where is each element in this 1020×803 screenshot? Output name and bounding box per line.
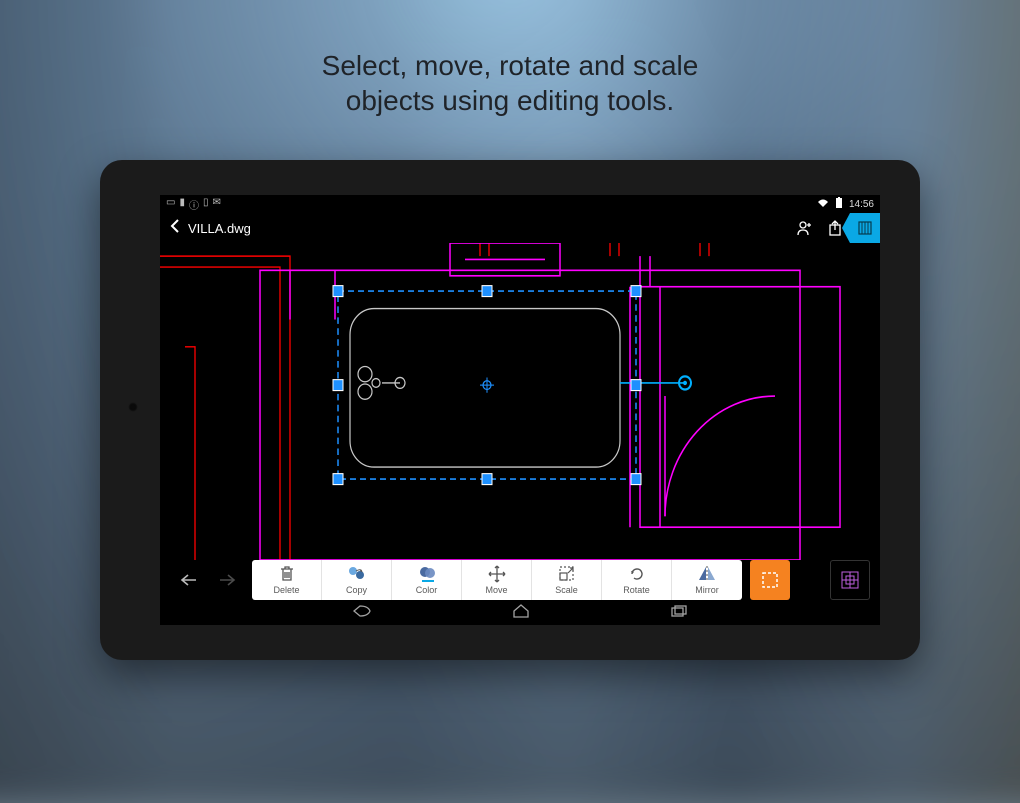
marketing-line-2: objects using editing tools. bbox=[0, 83, 1020, 118]
status-right: 14:56 bbox=[817, 197, 874, 212]
tool-label: Mirror bbox=[695, 585, 719, 595]
tablet-camera bbox=[128, 402, 138, 412]
grid-snap-button[interactable] bbox=[830, 560, 870, 600]
status-icon: ⓘ bbox=[189, 197, 199, 212]
copy-tool[interactable]: Copy bbox=[322, 560, 392, 600]
android-nav-bar bbox=[160, 600, 880, 625]
marketing-line-1: Select, move, rotate and scale bbox=[0, 48, 1020, 83]
status-icon: ✉ bbox=[212, 197, 220, 212]
tool-label: Color bbox=[416, 585, 438, 595]
grid-icon bbox=[840, 570, 860, 590]
tool-label: Delete bbox=[273, 585, 299, 595]
tool-label: Scale bbox=[555, 585, 578, 595]
app-bar: VILLA.dwg bbox=[160, 213, 880, 243]
add-user-button[interactable] bbox=[790, 213, 820, 243]
status-time: 14:56 bbox=[849, 199, 874, 210]
scale-icon bbox=[558, 565, 576, 583]
rotate-tool[interactable]: Rotate bbox=[602, 560, 672, 600]
status-icon: ▭ bbox=[166, 197, 175, 212]
tablet-frame: ▭ ▮ ⓘ ▯ ✉ 14:56 VILLA.dwg bbox=[100, 160, 920, 660]
battery-icon bbox=[835, 197, 843, 212]
rotate-icon bbox=[628, 565, 646, 583]
status-left-icons: ▭ ▮ ⓘ ▯ ✉ bbox=[166, 197, 221, 212]
layers-panel-button[interactable] bbox=[850, 213, 880, 243]
tool-panel: Delete Copy bbox=[252, 560, 742, 600]
status-icon: ▯ bbox=[203, 197, 209, 212]
drawing-svg bbox=[160, 243, 880, 560]
android-back-button[interactable] bbox=[352, 604, 372, 621]
cad-canvas[interactable] bbox=[160, 243, 880, 560]
selection-icon bbox=[760, 570, 780, 590]
tool-label: Move bbox=[485, 585, 507, 595]
android-recents-button[interactable] bbox=[670, 604, 688, 621]
selection-mode-button[interactable] bbox=[750, 560, 790, 600]
move-tool[interactable]: Move bbox=[462, 560, 532, 600]
scale-tool[interactable]: Scale bbox=[532, 560, 602, 600]
wifi-icon bbox=[817, 198, 829, 211]
copy-icon bbox=[347, 565, 367, 583]
redo-button[interactable] bbox=[208, 560, 246, 600]
marketing-caption: Select, move, rotate and scale objects u… bbox=[0, 48, 1020, 118]
android-home-button[interactable] bbox=[512, 604, 530, 621]
selection-center-icon[interactable] bbox=[480, 377, 494, 392]
status-icon: ▮ bbox=[179, 197, 185, 212]
file-name: VILLA.dwg bbox=[188, 221, 251, 236]
tool-label: Copy bbox=[346, 585, 367, 595]
editing-toolbar: Delete Copy bbox=[160, 560, 880, 600]
color-tool[interactable]: Color bbox=[392, 560, 462, 600]
color-icon bbox=[417, 565, 437, 583]
device-screen: ▭ ▮ ⓘ ▯ ✉ 14:56 VILLA.dwg bbox=[160, 195, 880, 625]
delete-tool[interactable]: Delete bbox=[252, 560, 322, 600]
mirror-tool[interactable]: Mirror bbox=[672, 560, 742, 600]
undo-button[interactable] bbox=[170, 560, 208, 600]
back-button[interactable] bbox=[166, 219, 184, 238]
trash-icon bbox=[278, 565, 296, 583]
tool-label: Rotate bbox=[623, 585, 650, 595]
app-bar-actions bbox=[790, 213, 880, 243]
move-icon bbox=[488, 565, 506, 583]
status-bar: ▭ ▮ ⓘ ▯ ✉ 14:56 bbox=[160, 195, 880, 213]
mirror-icon bbox=[697, 565, 717, 583]
